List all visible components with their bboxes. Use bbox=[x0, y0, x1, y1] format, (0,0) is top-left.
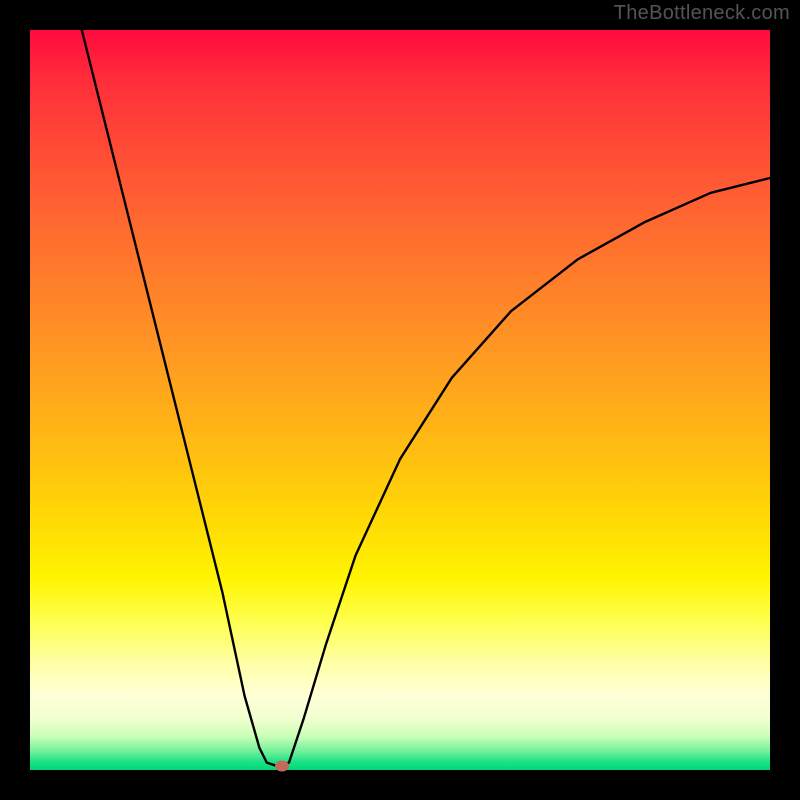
watermark-text: TheBottleneck.com bbox=[614, 2, 790, 25]
chart-frame: TheBottleneck.com bbox=[0, 0, 800, 800]
plot-area bbox=[30, 30, 770, 770]
optimal-point-marker bbox=[275, 761, 289, 772]
curve-path bbox=[82, 30, 770, 766]
bottleneck-curve bbox=[30, 30, 770, 770]
